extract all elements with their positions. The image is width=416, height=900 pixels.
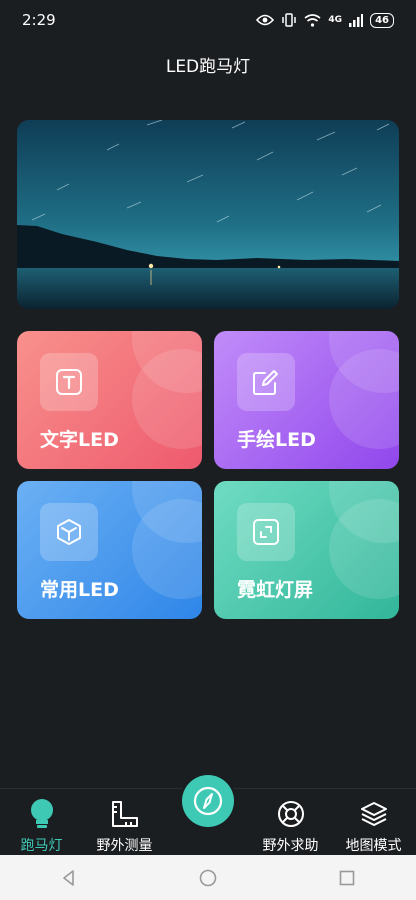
nav-item-field-measure[interactable]: 野外测量 xyxy=(83,797,166,855)
card-label: 手绘LED xyxy=(237,429,316,451)
nav-label: 野外测量 xyxy=(96,838,153,854)
eye-icon xyxy=(256,14,275,26)
network-type: 4G xyxy=(328,15,343,25)
card-label: 常用LED xyxy=(40,579,119,601)
text-led-card[interactable]: 文字LED xyxy=(17,331,202,469)
nav-label: 地图模式 xyxy=(345,838,402,854)
cube-icon xyxy=(40,503,98,561)
hand-draw-led-card[interactable]: 手绘LED xyxy=(214,331,399,469)
system-nav-bar xyxy=(0,855,416,900)
signal-icon xyxy=(349,13,364,27)
compass-button[interactable] xyxy=(182,775,234,827)
status-time: 2:29 xyxy=(22,11,56,29)
nav-label: 野外求助 xyxy=(262,838,319,854)
neon-screen-card[interactable]: 霓虹灯屏 xyxy=(214,481,399,619)
hero-banner-image xyxy=(17,120,399,309)
vibrate-icon xyxy=(282,13,297,27)
bulb-icon xyxy=(0,797,83,831)
battery-indicator: 46 xyxy=(370,12,394,28)
lifebuoy-icon xyxy=(249,797,332,831)
layers-icon xyxy=(332,797,415,831)
expand-corners-icon xyxy=(237,503,295,561)
nav-item-map-mode[interactable]: 地图模式 xyxy=(332,797,415,855)
card-label: 霓虹灯屏 xyxy=(237,579,314,601)
page-title: LED跑马灯 xyxy=(165,57,251,77)
card-label: 文字LED xyxy=(40,429,119,451)
pencil-edit-icon xyxy=(237,353,295,411)
ruler-icon xyxy=(83,797,166,831)
back-icon[interactable] xyxy=(59,868,79,888)
status-icons: 4G 46 xyxy=(256,12,394,28)
nav-item-marquee[interactable]: 跑马灯 xyxy=(0,797,83,855)
compass-icon xyxy=(193,786,223,816)
recents-icon[interactable] xyxy=(337,868,357,888)
nav-item-field-rescue[interactable]: 野外求助 xyxy=(249,797,332,855)
text-t-icon xyxy=(40,353,98,411)
nav-label: 跑马灯 xyxy=(20,838,63,854)
status-bar: 2:29 4G 46 xyxy=(0,0,416,40)
home-icon[interactable] xyxy=(198,868,218,888)
common-led-card[interactable]: 常用LED xyxy=(17,481,202,619)
wifi-icon xyxy=(304,13,321,27)
